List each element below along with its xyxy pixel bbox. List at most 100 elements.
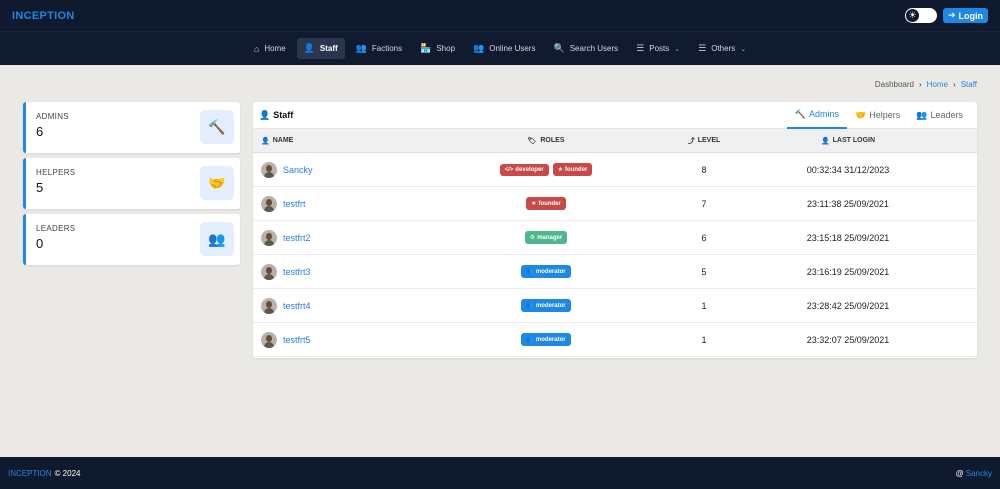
avatar[interactable] [261,263,277,280]
tab-helpers[interactable]: 🤝 Helpers [847,102,908,129]
header-name[interactable]: 👤 NAME [253,137,403,145]
level-up-icon: ⤴ [687,137,695,145]
cell-name: testfrt5 [253,331,403,348]
chevron-down-icon: ⌄ [740,45,747,53]
handshake-icon: 🤝 [200,166,234,200]
staff-table-body: Sancky </> developer ★ founder 8 00:32:34 31/1… [253,153,977,357]
nav-item-factions[interactable]: 👥 Factions [349,38,409,59]
sun-icon: ☀ [905,9,919,22]
tab-admins[interactable]: 🔨 Admins [786,102,848,129]
panel-title: 👤 Staff [259,110,293,121]
table-header: 👤 NAME 🏷 ROLES ⤴ LEVEL 👤 LAST LOGIN [253,129,977,153]
nav-item-label: Staff [319,44,338,53]
username-link[interactable]: testfrt5 [283,335,311,345]
nav-item-posts[interactable]: ☰ Posts ⌄ [629,38,687,59]
header-level[interactable]: ⤴ LEVEL [687,136,721,146]
nav-item-online-users[interactable]: 👥 Online Users [466,38,542,59]
breadcrumb: Dashboard › Home › Staff [875,80,977,89]
avatar-head [266,266,272,274]
cell-last-login: 23:16:19 25/09/2021 [806,266,890,277]
cell-last-login: 23:15:18 25/09/2021 [806,232,890,243]
cell-level: 5 [701,266,707,277]
avatar-body [264,273,274,280]
footer-brand[interactable]: INCEPTION [8,469,52,478]
role-label: moderator [535,268,566,275]
avatar[interactable] [261,229,277,246]
cell-level: 1 [701,334,707,345]
gavel-icon: 🔨 [794,108,806,119]
table-row: testfrt ★ founder 7 23:11:38 25/09/2021 [253,187,977,221]
tab-label: Helpers [869,110,901,120]
table-row: testfrt2 ⚙ manager 6 23:15:18 25/09/2021 [253,221,977,255]
cell-last-login: 23:32:07 25/09/2021 [806,334,890,345]
tab-leaders[interactable]: 👥 Leaders [908,102,971,129]
tags-icon: 🏷 [527,137,537,145]
nav-item-home[interactable]: ⌂ Home [247,39,293,59]
shop-icon: 🏪 [420,43,432,53]
users-icon: 👥 [200,222,234,256]
footer-author[interactable]: @ Sancky [956,469,992,478]
header-roles[interactable]: 🏷 ROLES [403,137,689,145]
role-icon: 👥 [526,337,534,343]
table-row: testfrt3 👥 moderator 5 23:16:19 25/09/2021 [253,255,977,289]
role-icon: 👥 [526,269,534,275]
cell-name: testfrt3 [253,263,403,280]
nav-item-shop[interactable]: 🏪 Shop [413,38,462,59]
role-label: moderator [535,302,566,309]
avatar-body [264,307,274,314]
nav-item-staff[interactable]: 👤 Staff [296,38,345,59]
avatar[interactable] [261,331,277,348]
role-label: developer [515,166,544,173]
breadcrumb-dashboard: Dashboard [874,80,914,89]
nav-item-label: Shop [436,44,456,53]
search-icon: 🔍 [553,43,565,53]
footer: INCEPTION © 2024 @ Sancky [0,457,1000,489]
home-icon: ⌂ [253,43,260,54]
role-badge-moderator: 👥 moderator [521,265,571,278]
user-tie-icon: 👤 [259,109,271,120]
stat-card-helpers: HELPERS 5 🤝 [23,158,240,209]
panel-title-text: Staff [273,110,294,120]
avatar[interactable] [261,195,277,212]
nav-item-label: Home [264,44,286,53]
username-link[interactable]: testfrt3 [283,267,311,277]
theme-toggle[interactable]: ☀ [904,8,937,23]
avatar[interactable] [261,297,277,314]
role-badge-moderator: 👥 moderator [521,333,571,346]
breadcrumb-staff[interactable]: Staff [961,80,977,89]
username-link[interactable]: Sancky [283,165,313,175]
nav-item-label: Others [711,44,736,53]
nav-item-search-users[interactable]: 🔍 Search Users [546,38,625,59]
role-badge-manager: ⚙ manager [524,231,568,244]
avatar[interactable] [261,161,277,178]
others-icon: ☰ [698,43,707,53]
avatar-head [266,300,272,308]
header-last-login[interactable]: 👤 LAST LOGIN [719,137,977,145]
main-nav: ⌂ Home 👤 Staff 👥 Factions 🏪 Shop 👥 Online Users 🔍 S… [0,31,1000,65]
brand-logo[interactable]: INCEPTION [12,10,75,22]
login-button[interactable]: ➔ Login [942,8,988,23]
role-label: founder [538,200,561,207]
cell-roles: 👥 moderator [403,333,689,346]
footer-author-name: Sancky [965,468,992,478]
cell-level: 8 [701,164,707,175]
nav-item-others[interactable]: ☰ Others ⌄ [691,38,753,59]
cell-last-login: 00:32:34 31/12/2023 [806,164,890,175]
gavel-icon: 🔨 [200,110,234,144]
online-users-icon: 👥 [473,43,485,53]
role-icon: 👥 [526,303,534,309]
breadcrumb-home[interactable]: Home [927,80,948,89]
header-last-login-label: LAST LOGIN [832,137,876,144]
topbar-actions: ☀ ➔ Login [904,8,988,23]
username-link[interactable]: testfrt4 [283,301,311,311]
username-link[interactable]: testfrt [283,199,306,209]
tab-label: Leaders [930,110,963,120]
username-link[interactable]: testfrt2 [283,233,311,243]
cell-name: testfrt [253,195,403,212]
role-icon: ★ [557,167,564,173]
role-icon: </> [504,166,514,173]
stat-card-leaders: LEADERS 0 👥 [23,214,240,265]
panel-header: 👤 Staff 🔨 Admins 🤝 Helpers 👥 Leaders [253,102,977,129]
avatar-head [266,164,272,172]
avatar-head [266,232,272,240]
